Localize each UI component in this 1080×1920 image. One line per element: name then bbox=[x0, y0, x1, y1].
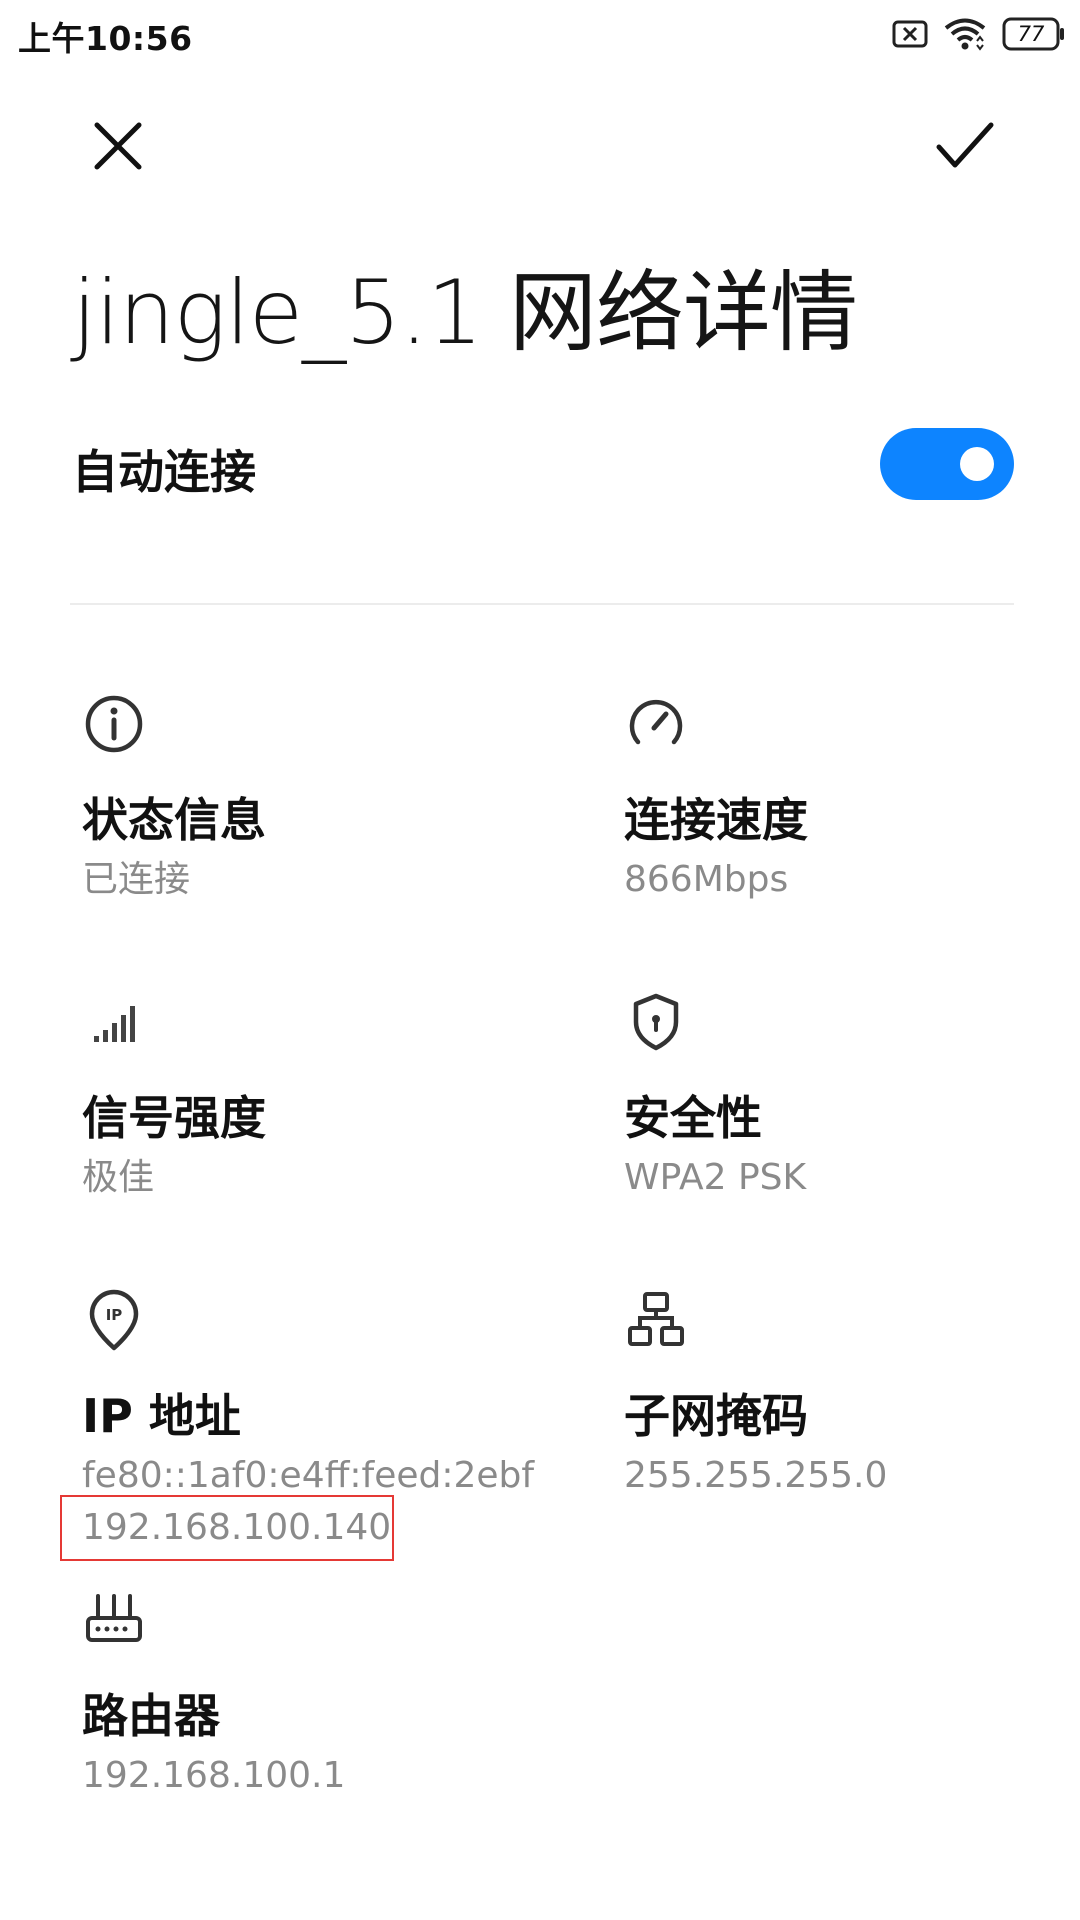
battery-level: 77 bbox=[1017, 22, 1045, 46]
status-info-value: 已连接 bbox=[82, 859, 191, 900]
toggle-knob bbox=[960, 447, 994, 481]
check-icon bbox=[936, 122, 994, 168]
subnet-mask-value: 255.255.255.0 bbox=[624, 1455, 888, 1496]
page-title: jingle_5.1 网络详情 bbox=[72, 261, 858, 364]
shield-lock-icon bbox=[633, 993, 679, 1051]
signal-strength-value: 极佳 bbox=[82, 1157, 155, 1198]
security-value: WPA2 PSK bbox=[624, 1157, 807, 1198]
network-details-screen: 上午10:56 77 jingle_5.1 网络详情 自动连接 状态信息 已连接… bbox=[0, 0, 1080, 1920]
subnet-mask-item: 子网掩码 255.255.255.0 bbox=[614, 1288, 1080, 1496]
battery-icon: 77 bbox=[1002, 17, 1066, 51]
close-icon bbox=[94, 122, 142, 170]
router-item: 路由器 192.168.100.1 bbox=[72, 1588, 542, 1796]
auto-connect-toggle[interactable] bbox=[880, 428, 1014, 500]
divider bbox=[70, 603, 1014, 605]
link-speed-title: 连接速度 bbox=[624, 793, 808, 847]
router-title: 路由器 bbox=[82, 1689, 220, 1743]
sim-disabled-icon bbox=[892, 19, 928, 49]
signal-bars-icon bbox=[94, 1006, 135, 1042]
router-value: 192.168.100.1 bbox=[82, 1755, 346, 1796]
router-icon bbox=[86, 1594, 142, 1642]
info-icon bbox=[85, 695, 143, 753]
close-button[interactable] bbox=[80, 108, 156, 184]
subnet-mask-title: 子网掩码 bbox=[624, 1389, 808, 1443]
signal-strength-item: 信号强度 极佳 bbox=[72, 990, 542, 1198]
auto-connect-label: 自动连接 bbox=[72, 445, 256, 499]
security-item: 安全性 WPA2 PSK bbox=[614, 990, 1080, 1198]
status-time: 上午10:56 bbox=[18, 19, 193, 58]
ip-location-icon: IP bbox=[89, 1289, 139, 1351]
ip-address-title: IP 地址 bbox=[82, 1389, 241, 1443]
speedometer-icon bbox=[629, 699, 683, 745]
status-icons: 77 bbox=[892, 14, 1066, 54]
svg-text:IP: IP bbox=[106, 1306, 123, 1324]
status-info-title: 状态信息 bbox=[82, 793, 266, 847]
link-speed-value: 866Mbps bbox=[624, 859, 789, 900]
security-title: 安全性 bbox=[624, 1091, 762, 1145]
confirm-button[interactable] bbox=[925, 108, 1005, 184]
signal-strength-title: 信号强度 bbox=[82, 1091, 266, 1145]
ipv4-highlight-box bbox=[60, 1495, 394, 1561]
wifi-icon bbox=[944, 17, 986, 51]
link-speed-item: 连接速度 866Mbps bbox=[614, 692, 1080, 900]
status-bar: 上午10:56 77 bbox=[0, 0, 1080, 66]
status-info-item: 状态信息 已连接 bbox=[72, 692, 542, 900]
network-topology-icon bbox=[628, 1292, 684, 1346]
